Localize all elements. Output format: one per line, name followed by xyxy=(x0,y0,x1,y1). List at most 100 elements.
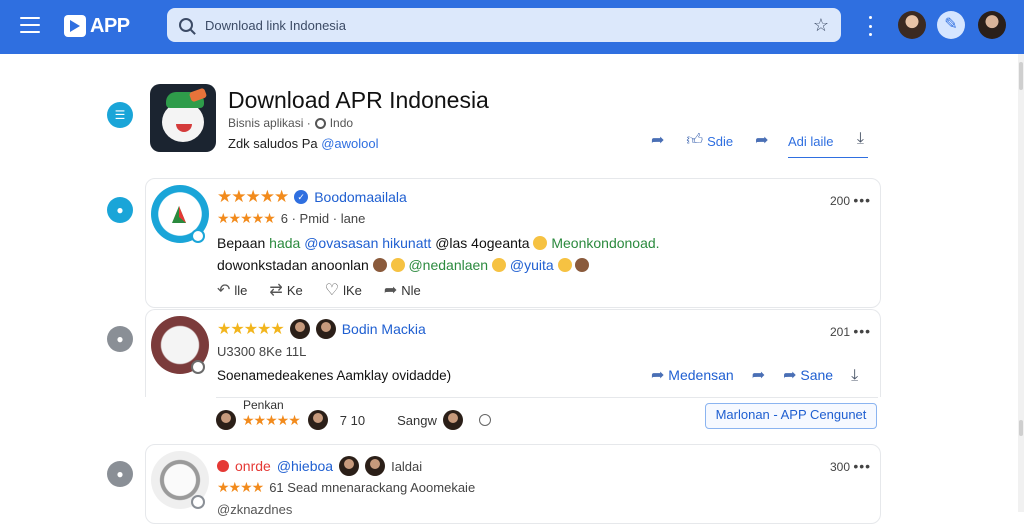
share-button[interactable]: ➦ xyxy=(651,133,664,149)
promo-button[interactable]: Marlonan - APP Cengunet xyxy=(705,403,877,429)
developer-name: Zdk saludos Pa xyxy=(228,136,318,151)
more-options-icon[interactable]: ••• xyxy=(853,192,871,208)
comment-subline: ★★★★★ 6 · Pmid · lane xyxy=(217,210,365,227)
rating-stars-small: ★★★★★ xyxy=(217,210,276,226)
search-bar[interactable]: ☆ xyxy=(167,8,841,42)
globe-icon xyxy=(314,117,326,129)
app-header: Download APR Indonesia Bisnis aplikasi ·… xyxy=(146,74,880,162)
mini-avatar[interactable] xyxy=(216,410,236,430)
reaction-user[interactable]: Sangw xyxy=(397,413,437,428)
developer-line: Zdk saludos Pa @awolool xyxy=(228,136,379,151)
mini-avatar[interactable] xyxy=(307,410,328,430)
menu-icon[interactable] xyxy=(20,17,40,33)
logo-text: APP xyxy=(90,14,130,37)
edit-pencil-icon[interactable]: ✎ xyxy=(937,11,965,39)
more-options-icon[interactable]: ••• xyxy=(853,323,871,339)
like-button[interactable]: ♡ lKe xyxy=(325,283,362,299)
page-title: Download APR Indonesia xyxy=(228,87,489,113)
share-button[interactable]: ➦ Sane xyxy=(783,367,833,384)
scrollbar-track[interactable] xyxy=(1018,54,1024,512)
status-badge xyxy=(191,360,205,374)
mini-avatar[interactable] xyxy=(442,410,463,430)
comment-time: 300 ••• xyxy=(830,458,872,474)
comment-time: 200 ••• xyxy=(830,192,872,208)
comment-text-line2: dowonkstadan anoonlan @nedanlaen @yuita xyxy=(217,257,590,273)
developer-handle[interactable]: @awolool xyxy=(321,136,378,151)
mini-avatar[interactable] xyxy=(315,319,336,339)
comment-subline: ★★★★ 61 Sead mnenarackang Aoomekaie xyxy=(217,479,475,496)
rating-stars: ★★★★ xyxy=(217,479,264,495)
commenter-handle[interactable]: @hieboa xyxy=(277,458,333,474)
mention-button[interactable]: ➦ Medensan xyxy=(651,367,734,384)
status-badge xyxy=(191,495,205,509)
repost-button[interactable]: ⇄ Ke xyxy=(269,283,302,299)
verified-icon: ✓ xyxy=(294,190,309,204)
rating-stars: ★★★★★ xyxy=(217,321,285,338)
emoji-icon xyxy=(557,258,572,272)
mini-avatar[interactable] xyxy=(365,456,386,476)
add-button[interactable]: Adi laile ⤓ xyxy=(788,130,868,158)
comment-card: ★★★★★ ✓ Boodomaailala ★★★★★ 6 · Pmid · l… xyxy=(145,178,881,308)
play-logo-icon xyxy=(168,203,190,225)
reactions-row: Penkan ★★★★★ 7 10 Sangw Marlonan - APP C… xyxy=(216,398,878,440)
like-button[interactable]: 👍︎ Sdie xyxy=(686,133,733,149)
forward-icon: ➦ xyxy=(755,132,769,149)
share-icon: ➦ xyxy=(783,367,797,384)
reply-button[interactable]: ↶ lle xyxy=(217,283,247,299)
reply-icon: ↶ xyxy=(217,282,231,299)
app-logo[interactable]: APP xyxy=(64,14,130,38)
commenter-name[interactable]: onrde xyxy=(235,458,271,474)
search-input[interactable] xyxy=(205,17,795,33)
scrollbar-thumb-lower[interactable] xyxy=(1019,420,1023,436)
comment-card: ★★★★★ Bodin Mackia U3300 8Ke 11L 201 •••… xyxy=(145,309,881,397)
more-options-icon[interactable] xyxy=(866,15,874,37)
person-icon[interactable]: ● xyxy=(107,197,133,223)
top-app-bar: APP ☆ ✎ xyxy=(0,0,1024,54)
clock-icon xyxy=(478,414,491,426)
region-link[interactable]: Indo xyxy=(330,116,353,130)
mini-avatar[interactable] xyxy=(339,456,360,476)
bookmark-star-icon[interactable]: ☆ xyxy=(813,16,829,34)
download-icon[interactable]: ⤓ xyxy=(857,130,864,148)
share-button[interactable]: ➦ Nle xyxy=(384,283,421,299)
reactions-list: ★★★★★ 7 10 Sangw xyxy=(216,410,491,430)
comment-subline: U3300 8Ke 11L xyxy=(217,344,306,359)
comment-text: @zknazdnes xyxy=(217,502,293,517)
comment-actions: ➦ Medensan ➦ ➦ Sane ⤓ xyxy=(651,367,858,384)
account-avatar[interactable] xyxy=(978,11,1006,39)
header-actions: ➦ 👍︎ Sdie ➦ xyxy=(651,130,791,152)
commenter-name[interactable]: Bodin Mackia xyxy=(342,321,426,337)
brand-dot-icon xyxy=(217,460,229,472)
scrollbar-thumb[interactable] xyxy=(1019,62,1023,90)
download-button[interactable]: ⤓ xyxy=(851,367,858,384)
app-icon[interactable] xyxy=(150,84,216,152)
comment-header: ★★★★★ ✓ Boodomaailala xyxy=(217,187,407,207)
person-icon[interactable]: ● xyxy=(107,326,133,352)
user-avatar[interactable] xyxy=(898,11,926,39)
comment-meta: 61 Sead mnenarackang Aoomekaie xyxy=(269,480,476,495)
comment-time: 201 ••• xyxy=(830,323,872,339)
reaction-count: 7 10 xyxy=(339,412,366,428)
thumbs-up-icon: 👍︎ xyxy=(686,132,704,149)
comment-header: ★★★★★ Bodin Mackia xyxy=(217,319,426,339)
share-icon: ➦ xyxy=(383,282,398,299)
emoji-icon xyxy=(533,236,548,250)
rating-stars: ★★★★★ xyxy=(217,187,289,206)
app-category: Bisnis aplikasi · Indo xyxy=(228,116,353,130)
forward-button[interactable]: ➦ xyxy=(755,133,768,149)
repost-icon: ⇄ xyxy=(269,282,283,299)
search-icon xyxy=(179,18,193,32)
download-icon: ⤓ xyxy=(851,367,859,384)
more-options-icon[interactable]: ••• xyxy=(853,458,871,474)
forward-button[interactable]: ➦ xyxy=(752,367,765,384)
mini-avatar[interactable] xyxy=(289,319,310,339)
comment-card: onrde @hieboa Ialdai ★★★★ 61 Sead mnenar… xyxy=(145,444,881,524)
list-icon[interactable]: ☰ xyxy=(107,102,133,128)
heart-icon: ♡ xyxy=(324,282,340,299)
emoji-icon xyxy=(575,258,590,272)
comment-text: Soenamedeakenes Aamklay ovidadde) xyxy=(217,368,452,383)
commenter-name[interactable]: Boodomaailala xyxy=(314,189,407,205)
person-icon[interactable]: ● xyxy=(107,461,133,487)
emoji-icon xyxy=(390,258,405,272)
share-arrow-icon: ➦ xyxy=(651,367,665,384)
